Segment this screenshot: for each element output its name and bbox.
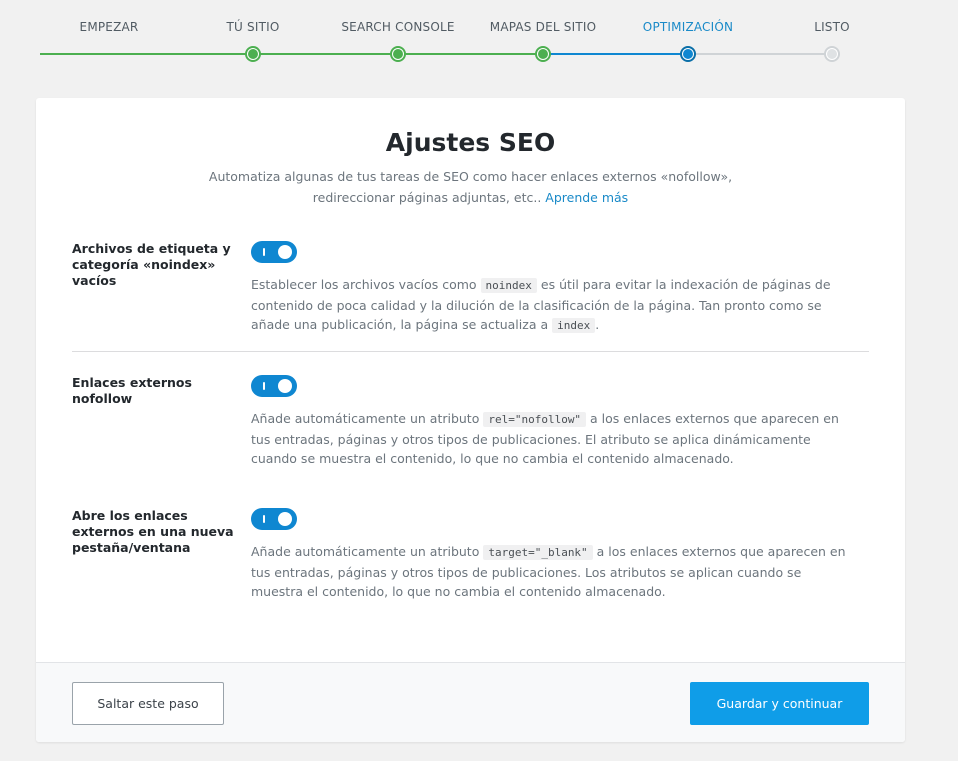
setting-label: Archivos de etiqueta y categoría «noinde… — [72, 241, 231, 288]
step-dot-mapas-del-sitio[interactable] — [535, 46, 551, 62]
external-new-tab-toggle[interactable] — [251, 508, 297, 530]
step-label-optimizacion[interactable]: OPTIMIZACIÓN — [643, 20, 733, 34]
toggle-on-indicator — [263, 382, 265, 390]
subtitle-text-2: redireccionar páginas adjuntas, etc.. — [312, 190, 542, 205]
subtitle-text-1: Automatiza algunas de tus tareas de SEO … — [208, 169, 733, 184]
noindex-empty-archives-toggle[interactable] — [251, 241, 297, 263]
toggle-knob — [278, 245, 292, 259]
setting-description: Establecer los archivos vacíos como noin… — [251, 275, 851, 336]
setting-label: Abre los enlaces externos en una nueva p… — [72, 508, 234, 555]
code-noindex: noindex — [480, 278, 537, 293]
step-label-mapas-del-sitio[interactable]: MAPAS DEL SITIO — [490, 20, 596, 34]
step-dot-optimizacion[interactable] — [680, 46, 696, 62]
save-and-continue-button[interactable]: Guardar y continuar — [690, 682, 869, 725]
code-target-blank: target="_blank" — [483, 545, 593, 560]
setting-description: Añade automáticamente un atributo rel="n… — [251, 409, 851, 469]
card-footer: Saltar este paso Guardar y continuar — [36, 662, 905, 742]
code-rel-nofollow: rel="nofollow" — [483, 412, 587, 427]
step-label-tu-sitio[interactable]: TÚ SITIO — [227, 20, 280, 34]
step-dot-listo — [824, 46, 840, 62]
description-text: . — [595, 317, 600, 332]
description-text: Añade automáticamente un atributo — [251, 544, 480, 559]
learn-more-link[interactable]: Aprende más — [545, 190, 628, 205]
step-dot-tu-sitio[interactable] — [245, 46, 261, 62]
toggle-knob — [278, 379, 292, 393]
setup-wizard-stepper: EMPEZAR TÚ SITIO SEARCH CONSOLE MAPAS DE… — [0, 0, 958, 90]
code-index: index — [552, 318, 596, 333]
setting-description: Añade automáticamente un atributo target… — [251, 542, 851, 602]
setting-label: Enlaces externos nofollow — [72, 375, 192, 406]
external-nofollow-toggle[interactable] — [251, 375, 297, 397]
toggle-knob — [278, 512, 292, 526]
description-text: Añade automáticamente un atributo — [251, 411, 480, 426]
seo-settings-card: Ajustes SEO Automatiza algunas de tus ta… — [36, 98, 905, 742]
page-title: Ajustes SEO — [385, 128, 556, 157]
step-dot-search-console[interactable] — [390, 46, 406, 62]
page-subtitle: Automatiza algunas de tus tareas de SEO … — [186, 166, 755, 208]
skip-step-button[interactable]: Saltar este paso — [72, 682, 224, 725]
stepper-track-current — [543, 53, 688, 55]
step-label-empezar[interactable]: EMPEZAR — [80, 20, 139, 34]
step-label-listo: LISTO — [814, 20, 850, 34]
stepper-track-pending — [688, 53, 832, 55]
toggle-on-indicator — [263, 248, 265, 256]
step-label-search-console[interactable]: SEARCH CONSOLE — [341, 20, 454, 34]
settings-divider — [72, 351, 869, 352]
toggle-on-indicator — [263, 515, 265, 523]
description-text: Establecer los archivos vacíos como — [251, 277, 477, 292]
